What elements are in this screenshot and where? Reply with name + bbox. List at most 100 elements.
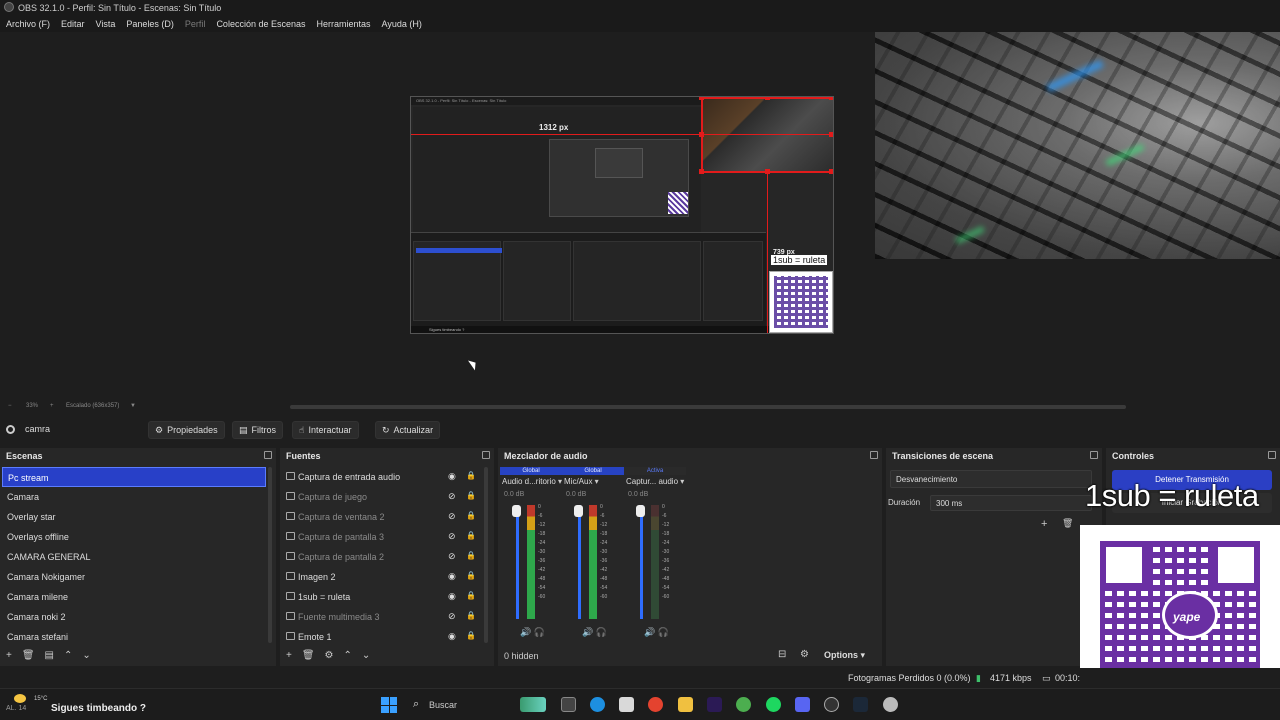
mixer-layout-icon[interactable]: ⊟ <box>778 649 786 660</box>
volume-slider-handle[interactable] <box>574 505 583 517</box>
lock-icon[interactable]: 🔒 <box>466 511 476 520</box>
eye-hidden-icon[interactable]: ⊘ <box>448 531 456 542</box>
remove-source-icon[interactable]: 🗑 <box>302 650 315 661</box>
menu-item-0[interactable]: Archivo (F) <box>6 19 50 29</box>
dock-float-icon[interactable] <box>482 451 490 459</box>
monitor-headphones-icon[interactable]: 🎧 <box>593 627 607 637</box>
eye-hidden-icon[interactable]: ⊘ <box>448 551 456 562</box>
eye-hidden-icon[interactable]: ⊘ <box>448 611 456 622</box>
interact-button[interactable]: ☝ Interactuar <box>292 421 359 439</box>
sub-text-source[interactable]: 1sub = ruleta <box>771 255 828 265</box>
properties-button[interactable]: ⚙ Propiedades <box>148 421 225 439</box>
source-item[interactable]: Captura de pantalla 2 ⊘ 🔒 <box>282 547 482 567</box>
widget-icon[interactable] <box>520 697 546 712</box>
menu-item-3[interactable]: Paneles (D) <box>126 19 174 29</box>
spotify-icon[interactable] <box>766 697 781 712</box>
dock-float-icon[interactable] <box>870 451 878 459</box>
chrome-2-icon[interactable] <box>736 697 751 712</box>
lock-icon[interactable]: 🔒 <box>466 491 476 500</box>
resize-handle-tl[interactable] <box>699 97 704 100</box>
resize-handle-br[interactable] <box>829 169 833 174</box>
zoom-dropdown-icon[interactable]: ▼ <box>130 403 136 409</box>
refresh-button[interactable]: ↻ Actualizar <box>375 421 441 439</box>
transition-select[interactable]: Desvanecimiento <box>890 470 1092 488</box>
duration-input[interactable]: 300 ms <box>930 495 1092 511</box>
source-item[interactable]: Captura de juego ⊘ 🔒 <box>282 487 482 507</box>
lock-icon[interactable]: 🔒 <box>466 631 476 640</box>
scene-item[interactable]: Camara <box>2 487 266 507</box>
lock-icon[interactable]: 🔒 <box>466 531 476 540</box>
source-item[interactable]: Captura de pantalla 3 ⊘ 🔒 <box>282 527 482 547</box>
menu-item-4[interactable]: Perfil <box>185 19 206 29</box>
menu-item-6[interactable]: Herramientas <box>317 19 371 29</box>
channel-name-dropdown[interactable]: Captur... audio <box>626 477 684 486</box>
remove-scene-icon[interactable]: 🗑 <box>22 650 35 661</box>
scene-filters-icon[interactable]: ▤ <box>45 650 54 661</box>
resize-handle-bl[interactable] <box>699 169 704 174</box>
zoom-out-button[interactable]: − <box>8 403 12 409</box>
sources-scrollbar[interactable] <box>484 467 488 643</box>
eye-icon[interactable]: ◉ <box>448 571 456 582</box>
eye-hidden-icon[interactable]: ⊘ <box>448 511 456 522</box>
source-item[interactable]: Captura de entrada audio ◉ 🔒 <box>282 467 482 487</box>
app-icon[interactable] <box>883 697 898 712</box>
lock-icon[interactable]: 🔒 <box>466 471 476 480</box>
scene-item[interactable]: Camara noki 2 <box>2 607 266 627</box>
source-item[interactable]: 1sub = ruleta ◉ 🔒 <box>282 587 482 607</box>
channel-name-dropdown[interactable]: Mic/Aux <box>564 477 599 486</box>
source-item[interactable]: Captura de ventana 2 ⊘ 🔒 <box>282 507 482 527</box>
premiere-icon[interactable] <box>707 697 722 712</box>
steam-icon[interactable] <box>853 697 868 712</box>
move-up-icon[interactable]: ⌃ <box>64 650 72 661</box>
source-item[interactable]: Fuente multimedia 3 ⊘ 🔒 <box>282 607 482 627</box>
menu-item-2[interactable]: Vista <box>96 19 116 29</box>
volume-slider[interactable] <box>640 505 643 619</box>
monitor-headphones-icon[interactable]: 🎧 <box>531 627 545 637</box>
taskbar-search[interactable]: ⌕ Buscar <box>408 695 508 715</box>
menu-item-5[interactable]: Colección de Escenas <box>216 19 305 29</box>
preview-horizontal-scrollbar[interactable] <box>290 405 1126 409</box>
eye-icon[interactable]: ◉ <box>448 631 456 642</box>
monitor-headphones-icon[interactable]: 🎧 <box>655 627 669 637</box>
zoom-in-button[interactable]: + <box>50 403 54 409</box>
move-up-icon[interactable]: ⌃ <box>344 650 352 661</box>
filters-button[interactable]: ▤ Filtros <box>232 421 284 439</box>
file-explorer-icon[interactable] <box>678 697 693 712</box>
source-item[interactable]: Imagen 2 ◉ 🔒 <box>282 567 482 587</box>
muted-speaker-icon[interactable]: 🔊 <box>644 627 655 637</box>
edge-icon[interactable] <box>590 697 605 712</box>
scene-item[interactable]: Camara milene <box>2 587 266 607</box>
resize-handle-tr[interactable] <box>829 97 833 100</box>
remove-transition-icon[interactable]: 🗑 <box>1062 518 1073 529</box>
task-view-icon[interactable] <box>561 697 576 712</box>
preview-area[interactable]: OBS 32.1.0 - Perfil: Sin Título - Escena… <box>0 32 1280 402</box>
speaker-icon[interactable]: 🔊 <box>520 627 531 637</box>
scenes-scrollbar[interactable] <box>268 467 272 643</box>
dock-float-icon[interactable] <box>1268 451 1276 459</box>
add-transition-icon[interactable]: + <box>1041 518 1047 530</box>
scene-item[interactable]: Pc stream <box>2 467 266 487</box>
resize-handle-b[interactable] <box>765 169 770 174</box>
qr-code-source[interactable] <box>769 271 833 333</box>
resize-handle-l[interactable] <box>699 132 704 137</box>
discord-icon[interactable] <box>795 697 810 712</box>
obs-icon[interactable] <box>824 697 839 712</box>
lock-icon[interactable]: 🔒 <box>466 591 476 600</box>
store-icon[interactable] <box>619 697 634 712</box>
lock-icon[interactable]: 🔒 <box>466 571 476 580</box>
scene-item[interactable]: Overlays offline <box>2 527 266 547</box>
menu-item-1[interactable]: Editar <box>61 19 85 29</box>
volume-slider[interactable] <box>516 505 519 619</box>
mixer-settings-icon[interactable]: ⚙ <box>800 649 809 660</box>
dock-float-icon[interactable] <box>264 451 272 459</box>
eye-icon[interactable]: ◉ <box>448 591 456 602</box>
dock-float-icon[interactable] <box>1090 451 1098 459</box>
mixer-options-dropdown[interactable]: Options ▾ <box>824 650 865 661</box>
chrome-icon[interactable] <box>648 697 663 712</box>
resize-handle-t[interactable] <box>765 97 770 100</box>
speaker-icon[interactable]: 🔊 <box>582 627 593 637</box>
lock-icon[interactable]: 🔒 <box>466 611 476 620</box>
volume-slider-handle[interactable] <box>636 505 645 517</box>
volume-slider[interactable] <box>578 505 581 619</box>
scene-item[interactable]: Camara Nokigamer <box>2 567 266 587</box>
